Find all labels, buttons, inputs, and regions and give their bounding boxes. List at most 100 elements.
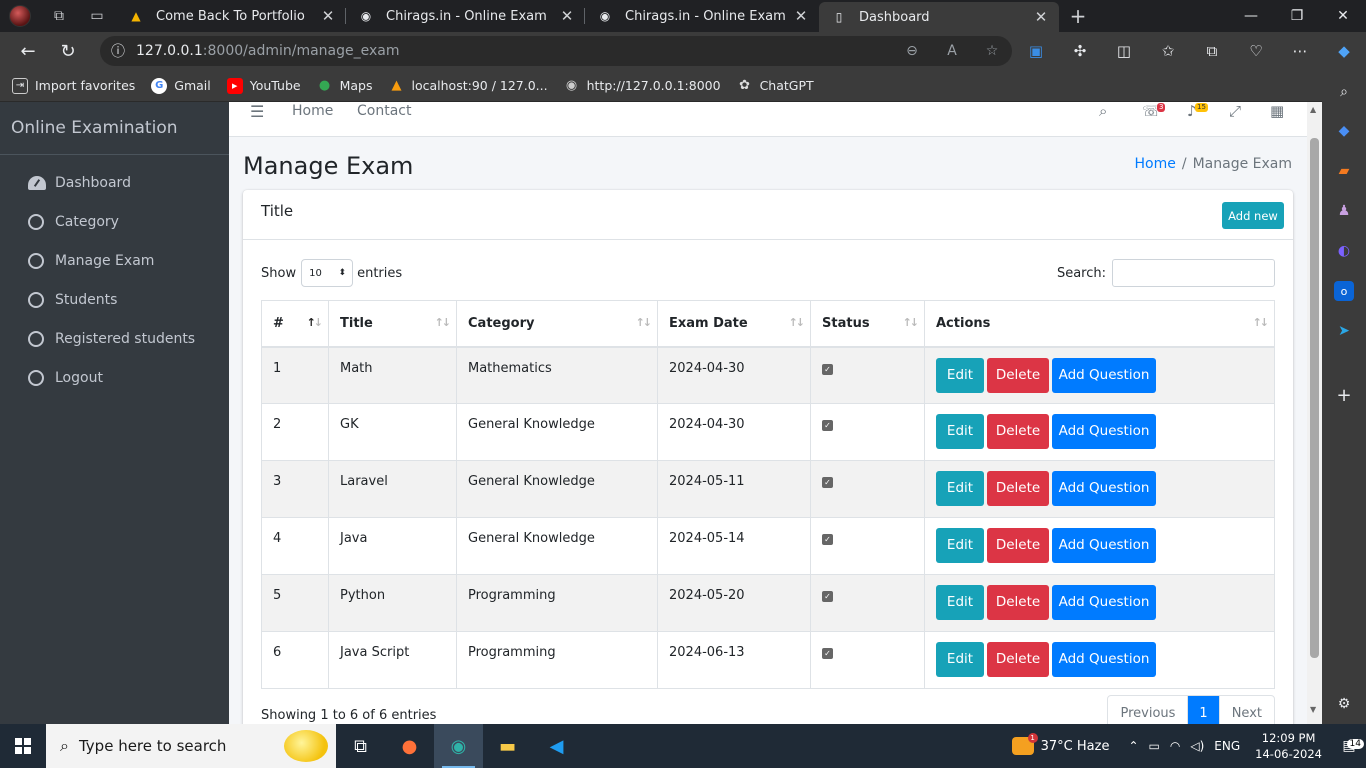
delete-button[interactable]: Delete bbox=[987, 357, 1049, 393]
browser-tab-4[interactable]: ▯ Dashboard ✕ bbox=[819, 2, 1059, 32]
delete-button[interactable]: Delete bbox=[987, 414, 1049, 449]
notification-center-icon[interactable]: ▤14 bbox=[1332, 724, 1366, 768]
search-icon[interactable]: ⌕ bbox=[1334, 82, 1354, 102]
taskbar-search[interactable]: ⌕ Type here to search bbox=[46, 724, 336, 768]
restore-icon[interactable]: ❐ bbox=[1274, 0, 1320, 32]
col-status-header[interactable]: Status ↑↓ bbox=[810, 300, 925, 348]
fav-maps[interactable]: ● Maps bbox=[317, 78, 373, 94]
extension-fi-icon[interactable]: ▣ bbox=[1014, 42, 1058, 60]
delete-button[interactable]: Delete bbox=[987, 585, 1049, 620]
add-question-button[interactable]: Add Question bbox=[1052, 471, 1156, 506]
zoom-icon[interactable]: ⊖ bbox=[892, 43, 932, 59]
add-question-button[interactable]: Add Question bbox=[1052, 414, 1156, 449]
page-1-button[interactable]: 1 bbox=[1187, 696, 1219, 724]
sidebar-item-logout[interactable]: Logout bbox=[0, 358, 229, 397]
clock[interactable]: 12:09 PM 14-06-2024 bbox=[1255, 730, 1322, 762]
sidebar-item-manage-exam[interactable]: Manage Exam bbox=[0, 241, 229, 280]
col-actions-header[interactable]: Actions ↑↓ bbox=[924, 300, 1275, 348]
delete-button[interactable]: Delete bbox=[987, 528, 1049, 563]
read-aloud-icon[interactable]: A bbox=[932, 43, 972, 59]
edge-icon[interactable]: ◉ bbox=[434, 724, 483, 768]
nav-home-link[interactable]: Home bbox=[292, 103, 333, 119]
fav-local-8000[interactable]: ◉ http://127.0.0.1:8000 bbox=[564, 78, 721, 94]
collections-icon[interactable]: ⧉ bbox=[1190, 42, 1234, 60]
col-id-header[interactable]: # ↑↓ bbox=[261, 300, 329, 348]
wifi-icon[interactable]: ◠ bbox=[1170, 739, 1180, 753]
fullscreen-icon[interactable]: ⤢ bbox=[1229, 102, 1241, 120]
scrollbar-thumb[interactable] bbox=[1310, 138, 1319, 658]
back-icon[interactable]: ← bbox=[8, 32, 48, 70]
sidebar-item-dashboard[interactable]: Dashboard bbox=[0, 163, 229, 202]
fav-localhost[interactable]: ▲ localhost:90 / 127.0... bbox=[389, 78, 548, 94]
fav-import[interactable]: ⇥ Import favorites bbox=[12, 77, 135, 94]
add-question-button[interactable]: Add Question bbox=[1052, 528, 1156, 563]
microsoft365-icon[interactable]: ◐ bbox=[1334, 241, 1354, 261]
split-screen-icon[interactable]: ◫ bbox=[1102, 42, 1146, 60]
sidebar-item-category[interactable]: Category bbox=[0, 202, 229, 241]
more-icon[interactable]: ⋯ bbox=[1278, 42, 1322, 60]
sidebar-item-registered-students[interactable]: Registered students bbox=[0, 319, 229, 358]
fav-gmail[interactable]: G Gmail bbox=[151, 77, 211, 94]
site-info-icon[interactable]: ⓘ bbox=[100, 41, 136, 61]
task-view-icon[interactable]: ⧉ bbox=[336, 724, 385, 768]
close-window-icon[interactable]: ✕ bbox=[1320, 0, 1366, 32]
language-indicator[interactable]: ENG bbox=[1214, 739, 1240, 753]
start-button[interactable] bbox=[0, 724, 46, 768]
file-explorer-icon[interactable]: ▬ bbox=[483, 724, 532, 768]
search-icon[interactable]: ⌕ bbox=[1099, 102, 1107, 120]
telegram-icon[interactable]: ➤ bbox=[1334, 321, 1354, 341]
brand-title[interactable]: Online Examination bbox=[0, 102, 229, 155]
shopping-tag-icon[interactable]: ◆ bbox=[1334, 121, 1354, 141]
scroll-up-icon[interactable]: ▲ bbox=[1310, 105, 1316, 114]
workspaces-icon[interactable]: ⧉ bbox=[40, 0, 78, 32]
control-sidebar-grid-icon[interactable]: ▦ bbox=[1270, 102, 1284, 120]
breadcrumb-home[interactable]: Home bbox=[1135, 156, 1176, 172]
close-icon[interactable]: ✕ bbox=[1033, 8, 1049, 26]
add-new-button[interactable]: Add new bbox=[1222, 202, 1284, 229]
edit-button[interactable]: Edit bbox=[936, 528, 984, 563]
url-bar[interactable]: ⓘ 127.0.0.1:8000/admin/manage_exam ⊖ A ☆ bbox=[100, 36, 1012, 66]
profile-avatar[interactable] bbox=[0, 0, 40, 32]
copilot-icon[interactable]: ◆ bbox=[1322, 42, 1366, 60]
next-page-button[interactable]: Next bbox=[1218, 696, 1274, 724]
browser-tab-1[interactable]: ▲ Come Back To Portfolio ✕ bbox=[116, 0, 346, 32]
add-question-button[interactable]: Add Question bbox=[1052, 585, 1156, 620]
edit-button[interactable]: Edit bbox=[936, 585, 984, 620]
sidebar-item-students[interactable]: Students bbox=[0, 280, 229, 319]
nav-contact-link[interactable]: Contact bbox=[357, 103, 411, 119]
page-scrollbar[interactable]: ▲ ▼ bbox=[1307, 102, 1322, 724]
weather-widget[interactable]: 1 37°C Haze bbox=[1011, 733, 1109, 755]
search-input[interactable] bbox=[1112, 259, 1275, 287]
chevron-up-icon[interactable]: ⌃ bbox=[1128, 739, 1138, 753]
battery-icon[interactable]: ▭ bbox=[1149, 739, 1160, 753]
delete-button[interactable]: Delete bbox=[987, 471, 1049, 506]
close-icon[interactable]: ✕ bbox=[320, 7, 336, 25]
edit-button[interactable]: Edit bbox=[936, 357, 984, 393]
favorite-star-icon[interactable]: ☆ bbox=[972, 43, 1012, 59]
volume-icon[interactable]: ◁) bbox=[1190, 739, 1204, 753]
outlook-icon[interactable]: o bbox=[1334, 281, 1354, 301]
browser-tab-3[interactable]: ◉ Chirags.in - Online Exam ✕ bbox=[585, 0, 819, 32]
performance-icon[interactable]: ♡ bbox=[1234, 42, 1278, 60]
browser-tab-2[interactable]: ◉ Chirags.in - Online Exam ✕ bbox=[346, 0, 585, 32]
refresh-icon[interactable]: ↻ bbox=[48, 32, 88, 70]
edit-button[interactable]: Edit bbox=[936, 642, 984, 677]
previous-page-button[interactable]: Previous bbox=[1108, 696, 1187, 724]
add-question-button[interactable]: Add Question bbox=[1052, 357, 1156, 393]
games-icon[interactable]: ♟ bbox=[1334, 201, 1354, 221]
edit-button[interactable]: Edit bbox=[936, 414, 984, 449]
scroll-down-icon[interactable]: ▼ bbox=[1310, 705, 1316, 714]
tools-briefcase-icon[interactable]: ▰ bbox=[1334, 161, 1354, 181]
firefox-icon[interactable]: ● bbox=[385, 724, 434, 768]
col-title-header[interactable]: Title ↑↓ bbox=[328, 300, 457, 348]
entries-select[interactable]: 10 ⬍ bbox=[301, 259, 354, 287]
delete-button[interactable]: Delete bbox=[987, 642, 1049, 677]
hamburger-menu-icon[interactable]: ☰ bbox=[250, 102, 264, 121]
close-icon[interactable]: ✕ bbox=[559, 7, 575, 25]
add-sidebar-app-icon[interactable]: + bbox=[1334, 385, 1354, 406]
tab-actions-icon[interactable]: ▭ bbox=[78, 0, 116, 32]
col-exam-date-header[interactable]: Exam Date ↑↓ bbox=[657, 300, 811, 348]
col-category-header[interactable]: Category ↑↓ bbox=[456, 300, 658, 348]
new-tab-icon[interactable]: + bbox=[1059, 0, 1097, 32]
minimize-icon[interactable]: — bbox=[1228, 0, 1274, 32]
